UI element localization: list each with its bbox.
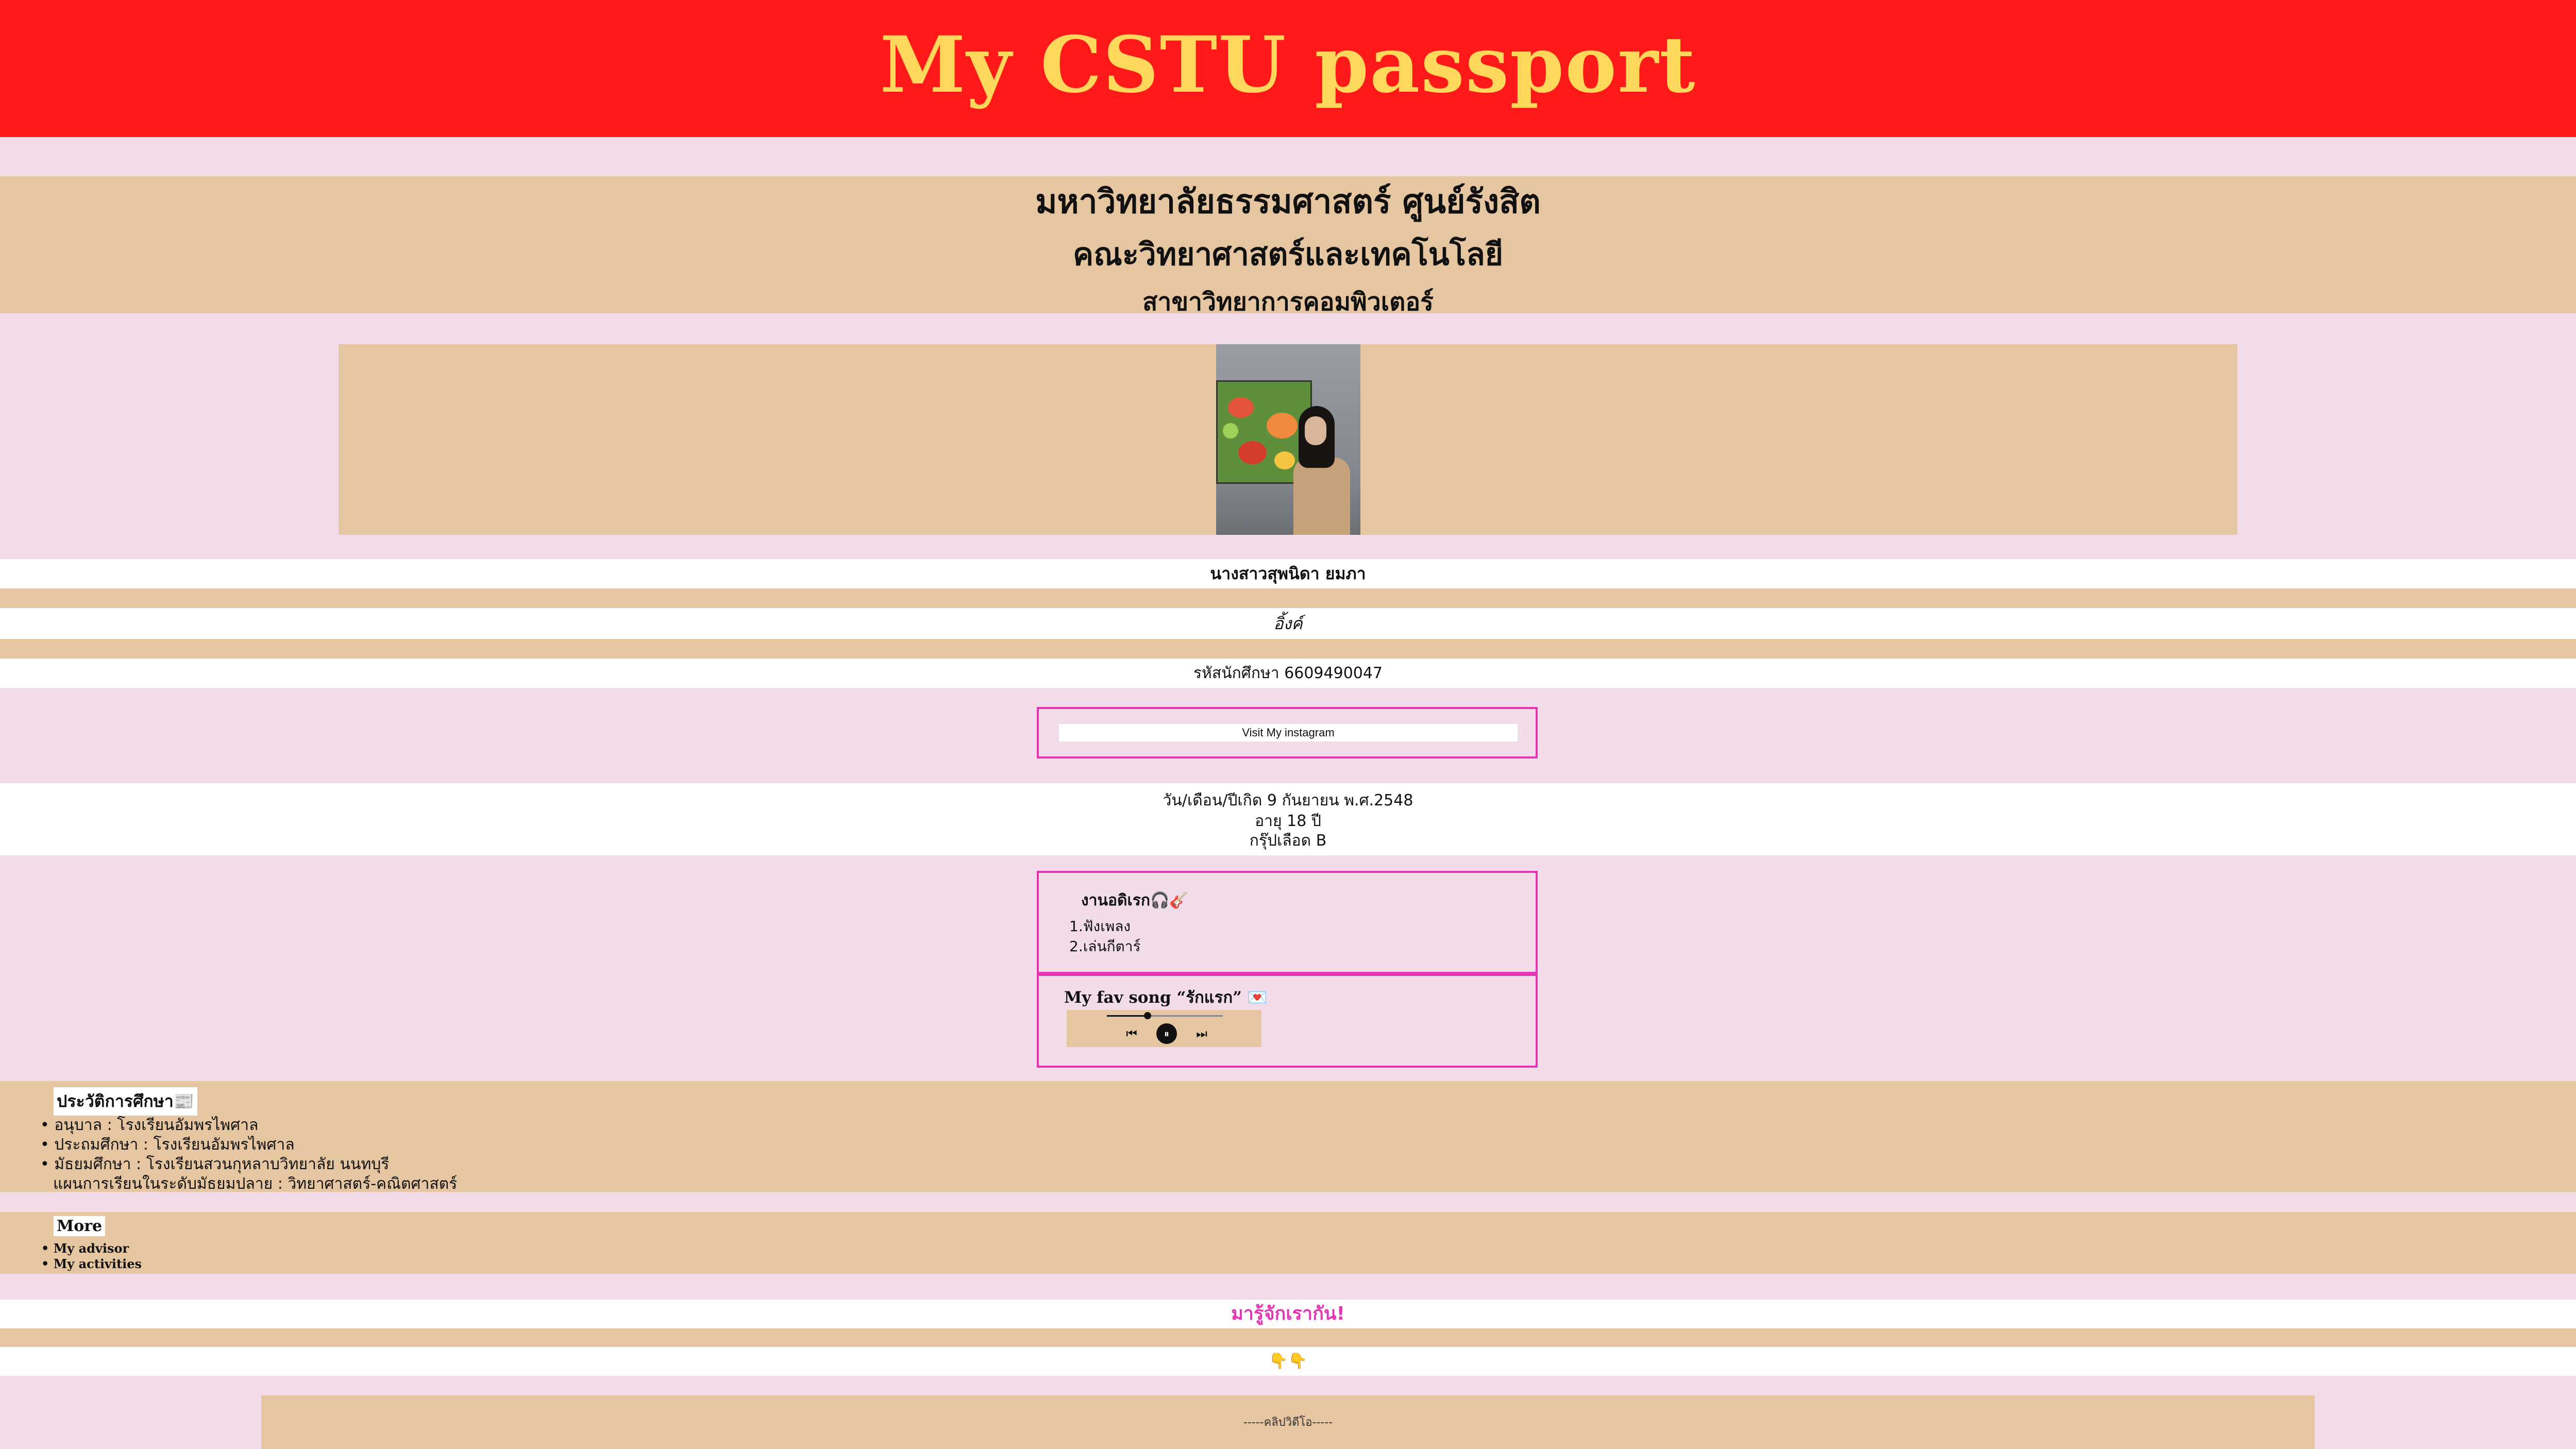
department-name: สาขาวิทยาการคอมพิวเตอร์ <box>1142 288 1434 316</box>
hobby-item: 1.ฟังเพลง <box>1069 918 1131 935</box>
student-name: นางสาวสุพนิดา ยมภา <box>1210 564 1366 583</box>
previous-track-icon[interactable]: ⏮ <box>1121 1023 1142 1044</box>
education-title: ประวัติการศึกษา📰 <box>54 1087 197 1116</box>
more-title: More <box>54 1216 106 1236</box>
blood-type-text: กรุ๊ปเลือด B <box>1249 832 1327 850</box>
progress-fill <box>1107 1015 1148 1017</box>
pause-icon[interactable]: ⏸ <box>1156 1023 1177 1044</box>
progress-knob[interactable] <box>1143 1012 1151 1019</box>
hobby-title: งานอดิเรก🎧🎸 <box>1081 891 1189 909</box>
video-label: -----คลิปวิดีโอ----- <box>1243 1416 1333 1429</box>
divider-strip <box>0 639 2576 659</box>
education-item: แผนการเรียนในระดับมัธยมปลาย : วิทยาศาสตร… <box>53 1175 458 1193</box>
divider-strip <box>0 588 2576 608</box>
advisor-link[interactable]: • My advisor <box>41 1241 129 1256</box>
divider-strip <box>0 1328 2576 1347</box>
student-id: รหัสนักศึกษา 6609490047 <box>1193 664 1383 682</box>
activities-link[interactable]: • My activities <box>41 1256 142 1271</box>
instagram-button[interactable]: Visit My instagram <box>1059 724 1518 742</box>
pointing-down-icon: 👇👇 <box>1269 1352 1307 1370</box>
next-track-icon[interactable]: ⏭ <box>1191 1023 1212 1044</box>
more-section <box>0 1212 2576 1274</box>
student-nickname: อิ้งค์ <box>1273 614 1303 633</box>
faculty-name: คณะวิทยาศาสตร์และเทคโนโลยี <box>1073 237 1503 273</box>
page-title: My CSTU passport <box>880 20 1696 110</box>
university-name: มหาวิทยาลัยธรรมศาสตร์ ศูนย์รังสิต <box>1035 183 1541 221</box>
song-title: My fav song “รักแรก” 💌 <box>1064 988 1268 1007</box>
meet-heading: มารู้จักเรากัน! <box>1231 1303 1345 1324</box>
hobby-item: 2.เล่นกีตาร์ <box>1069 938 1141 955</box>
profile-photo <box>1216 344 1360 535</box>
